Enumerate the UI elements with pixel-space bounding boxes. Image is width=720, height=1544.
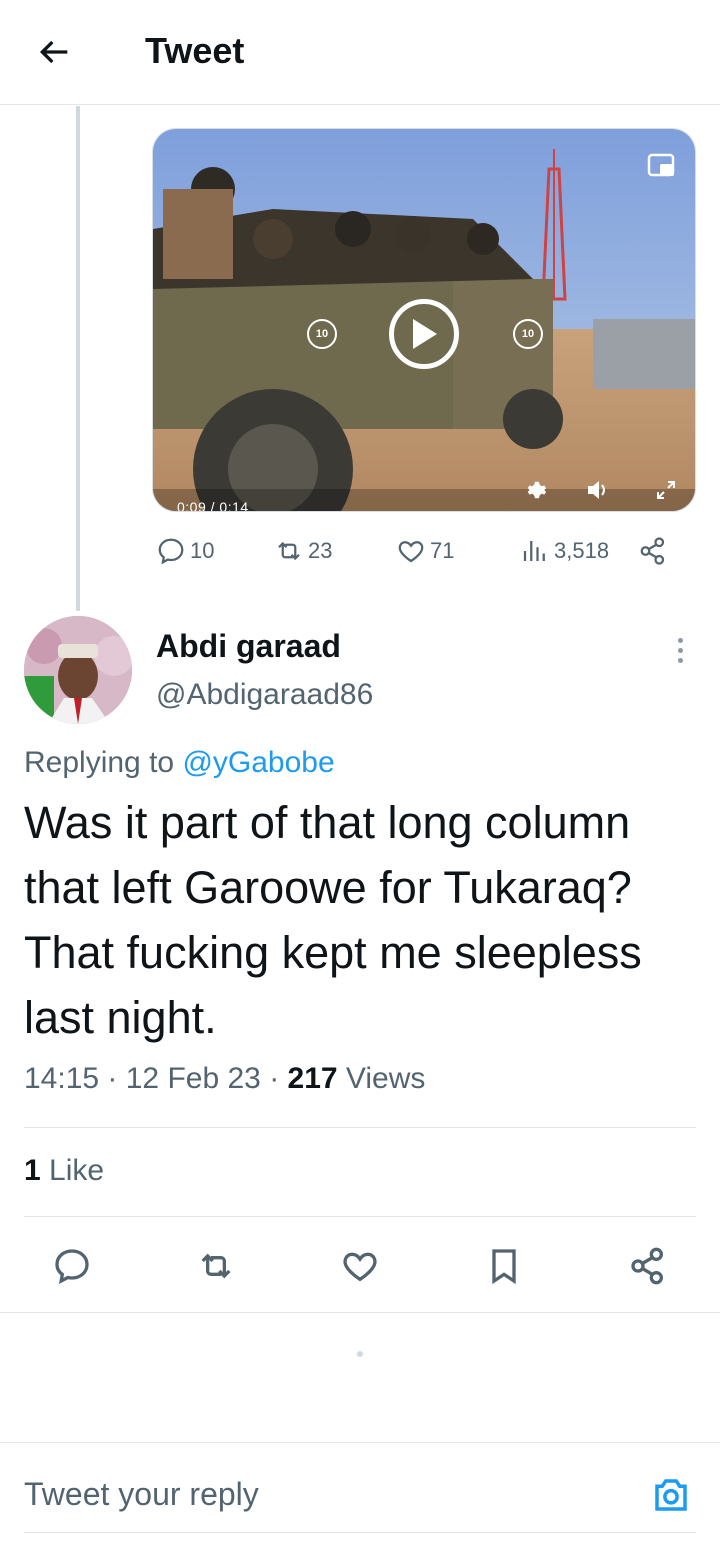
retweet-count-value: 23 [308, 538, 333, 563]
play-icon [413, 319, 437, 349]
replying-to-link[interactable]: @yGabobe [182, 746, 334, 779]
likes-summary[interactable]: 1 Like [24, 1154, 104, 1188]
skip-forward-label: 10 [521, 328, 535, 340]
skip-back-label: 10 [315, 328, 329, 340]
composer-underline [24, 1532, 696, 1533]
volume-icon[interactable] [585, 477, 611, 503]
share-icon [640, 537, 665, 565]
parent-tweet-stats: 10 23 71 3,518 [152, 532, 696, 572]
views-label: Views [337, 1062, 426, 1095]
avatar-image [24, 616, 132, 724]
thread-line [76, 106, 80, 611]
like-count[interactable]: 71 [396, 536, 454, 566]
fullscreen-icon[interactable] [653, 477, 679, 503]
tweet-text: Was it part of that long column that lef… [24, 797, 642, 1043]
skip-forward-10-icon[interactable]: 10 [513, 319, 543, 349]
reply-button[interactable] [48, 1242, 96, 1290]
picture-in-picture-icon[interactable] [647, 151, 677, 181]
retweet-count[interactable]: 23 [274, 536, 332, 566]
replying-to-prefix: Replying to [24, 746, 183, 779]
camera-icon[interactable] [650, 1474, 692, 1516]
tweet-date: 12 Feb 23 [125, 1062, 261, 1095]
views-chart-icon [523, 541, 545, 561]
more-options-icon[interactable] [664, 630, 696, 670]
loading-dot [357, 1351, 363, 1357]
author-handle[interactable]: @Abdigaraad86 [156, 678, 373, 712]
video-player[interactable]: 10 10 0:09 / 0:14 [152, 128, 696, 512]
view-count-value: 3,518 [554, 538, 610, 563]
divider [24, 1216, 696, 1217]
tweet-time: 14:15 [24, 1062, 100, 1095]
share-icon [631, 1247, 663, 1285]
author-display-name[interactable]: Abdi garaad [156, 628, 341, 665]
like-button[interactable] [336, 1242, 384, 1290]
likes-count: 1 [24, 1154, 41, 1187]
video-timestamp: 0:09 / 0:14 [177, 499, 249, 512]
views-count: 217 [287, 1062, 338, 1095]
avatar[interactable] [24, 616, 132, 724]
retweet-icon [201, 1253, 231, 1279]
heart-icon [343, 1252, 377, 1282]
likes-label: Like [40, 1154, 105, 1187]
back-arrow-icon[interactable] [30, 28, 78, 76]
divider [24, 1127, 696, 1128]
share-button[interactable] [624, 1242, 672, 1290]
reply-input[interactable] [24, 1476, 624, 1513]
skip-back-10-icon[interactable]: 10 [307, 319, 337, 349]
replying-to: Replying to @yGabobe [24, 746, 335, 780]
bookmark-button[interactable] [480, 1242, 528, 1290]
tweet-meta: 14:15 · 12 Feb 23 · 217 Views [24, 1062, 426, 1095]
reply-icon [55, 1249, 89, 1285]
divider [0, 1442, 720, 1443]
settings-gear-icon[interactable] [523, 477, 549, 503]
play-button[interactable] [389, 299, 459, 369]
like-count-value: 71 [430, 538, 455, 563]
reply-count-value: 10 [190, 538, 215, 563]
divider [0, 1312, 720, 1313]
retweet-icon [278, 541, 300, 561]
reply-icon [158, 538, 184, 565]
retweet-button[interactable] [192, 1242, 240, 1290]
view-count[interactable]: 3,518 [520, 536, 609, 566]
heart-icon [398, 541, 424, 563]
top-bar: Tweet [0, 0, 720, 105]
page-title: Tweet [145, 30, 245, 71]
reply-count[interactable]: 10 [156, 536, 214, 566]
share-button[interactable] [638, 536, 668, 566]
bookmark-icon [492, 1249, 516, 1285]
